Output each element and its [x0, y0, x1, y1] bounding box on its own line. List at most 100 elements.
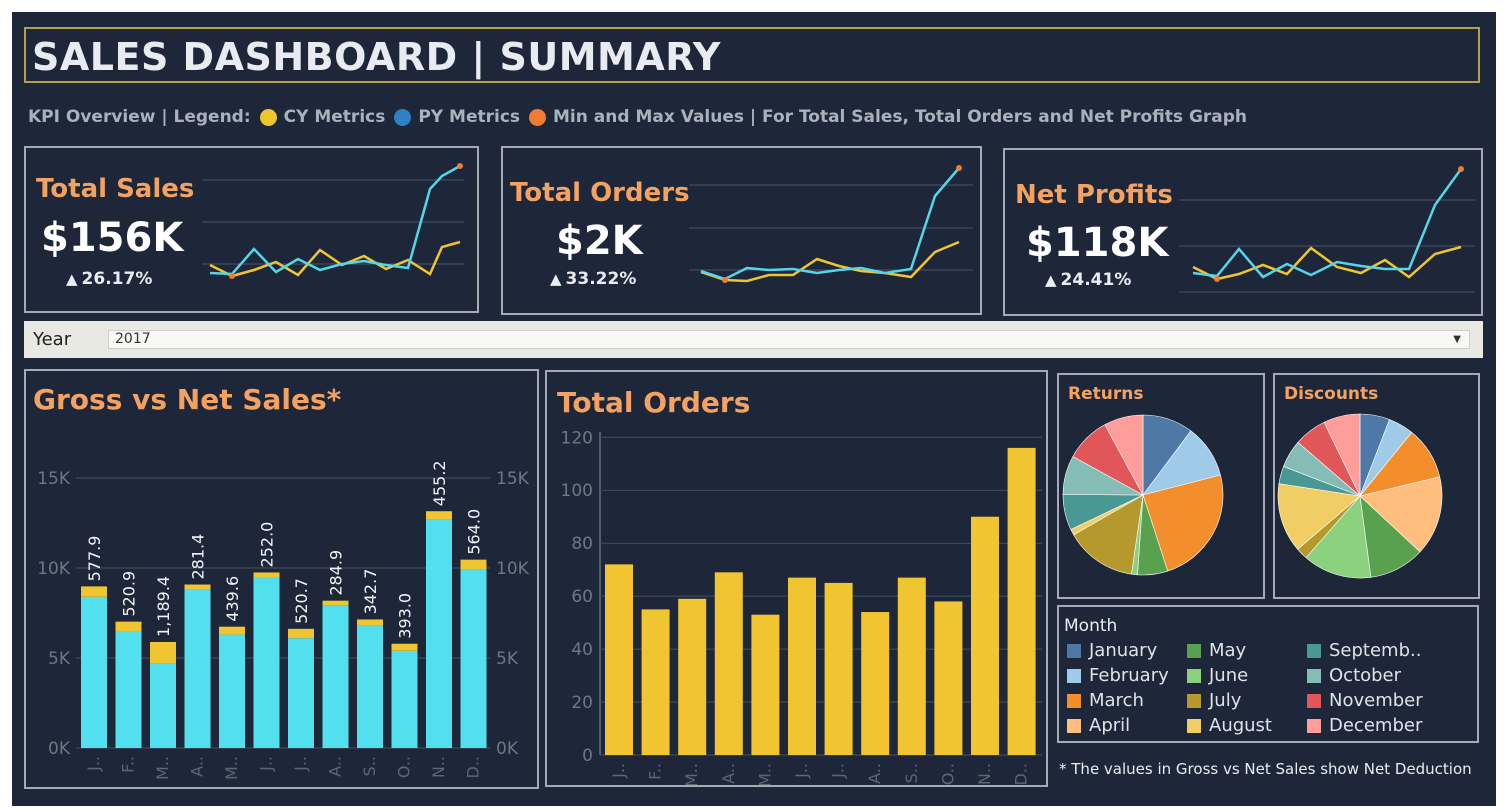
- bar-deduction: [288, 628, 314, 639]
- max-point: [956, 165, 962, 171]
- y-tick-label-right: 0K: [496, 739, 519, 759]
- legend-label: November: [1329, 690, 1423, 711]
- y-tick-label: 120: [561, 428, 593, 448]
- legend-label: March: [1089, 690, 1144, 711]
- swatch-icon: [1187, 668, 1201, 683]
- y-tick-label: 100: [561, 481, 593, 501]
- swatch-icon: [1187, 643, 1201, 658]
- total-orders-sparkline: [689, 165, 973, 283]
- up-triangle-icon: ▲: [1045, 271, 1057, 289]
- legend-title: Month: [1064, 616, 1118, 636]
- kpi-change-value: 33.22%: [565, 269, 637, 289]
- bar-net: [150, 663, 176, 748]
- swatch-icon: [1307, 718, 1321, 733]
- y-tick-label: 0: [582, 746, 593, 766]
- bar-net: [115, 631, 142, 748]
- bar-net: [219, 634, 245, 748]
- y-tick-label-left: 0K: [48, 739, 71, 759]
- total-orders-chart: 0 20 40 60 80 100 120 J.. F.. M.. A.. M.. J.. J.. A.. S…: [561, 428, 1042, 785]
- x-tick-label: J..: [291, 756, 310, 772]
- bar: [897, 577, 926, 755]
- legend-item-february[interactable]: February: [1067, 665, 1169, 686]
- bar: [641, 609, 670, 755]
- bar-deduction: [115, 621, 142, 631]
- x-tick-label: J..: [257, 756, 276, 772]
- series-line-cy: [1192, 245, 1462, 281]
- legend-item-december[interactable]: December: [1307, 715, 1422, 736]
- year-filter-value: 2017: [115, 331, 151, 347]
- swatch-icon: [1187, 693, 1201, 708]
- total-orders-panel: Total Orders 0 20 40 60 80 100 120 J.. F.. M.. A..…: [545, 370, 1048, 787]
- bar-net: [81, 596, 107, 748]
- data-label: 520.9: [120, 571, 139, 617]
- discounts-pie-chart: [1277, 413, 1443, 579]
- y-tick-label-left: 10K: [37, 559, 71, 579]
- swatch-icon: [1307, 693, 1321, 708]
- legend-item-october[interactable]: October: [1307, 665, 1401, 686]
- gross-vs-net-chart: 0K 0K 5K 5K 10K 10K 15K 15K 577.9 J.. 520.9 F.. 1,18…: [37, 460, 530, 780]
- legend-item-june[interactable]: June: [1187, 665, 1248, 686]
- data-label: 281.4: [189, 534, 208, 580]
- legend-label: April: [1089, 715, 1131, 736]
- swatch-icon: [1307, 668, 1321, 683]
- x-tick-label: M..: [755, 763, 774, 785]
- discounts-panel: Discounts: [1273, 373, 1480, 599]
- y-tick-label-right: 5K: [496, 649, 519, 669]
- x-tick-label: F..: [119, 756, 138, 773]
- bar-net: [426, 519, 452, 748]
- swatch-icon: [1187, 718, 1201, 733]
- year-filter-select[interactable]: 2017 ▼: [108, 330, 1470, 349]
- y-tick-label-left: 15K: [37, 469, 71, 489]
- legend-label: October: [1329, 665, 1402, 686]
- legend-item-august[interactable]: August: [1187, 715, 1272, 736]
- bar: [605, 564, 633, 755]
- x-tick-label: J..: [84, 756, 103, 772]
- kpi-value: $2K: [556, 218, 643, 264]
- y-tick-label-left: 5K: [48, 649, 71, 669]
- legend-label: December: [1329, 715, 1423, 736]
- x-tick-label: F..: [646, 763, 665, 780]
- y-tick-label: 20: [571, 693, 593, 713]
- data-label: 252.0: [258, 522, 277, 568]
- x-tick-label: A..: [326, 756, 345, 777]
- legend-label: May: [1209, 640, 1247, 661]
- legend-item-november[interactable]: November: [1307, 690, 1423, 711]
- minmax-dot-icon: [529, 108, 547, 126]
- legend-item-march[interactable]: March: [1067, 690, 1144, 711]
- kpi-value: $118K: [1026, 220, 1169, 266]
- legend-item-april[interactable]: April: [1067, 715, 1130, 736]
- bar: [678, 598, 707, 755]
- x-tick-label: O..: [395, 756, 414, 778]
- y-tick-label: 60: [571, 587, 593, 607]
- legend-item-may[interactable]: May: [1187, 640, 1246, 661]
- legend-item-july[interactable]: July: [1187, 690, 1241, 711]
- bar-deduction: [253, 572, 280, 577]
- data-label: 1,189.4: [154, 576, 173, 637]
- y-tick-label: 80: [571, 534, 593, 554]
- swatch-icon: [1067, 693, 1081, 708]
- month-legend: Month January February March April May J…: [1057, 605, 1479, 743]
- bar-deduction: [426, 511, 452, 520]
- kpi-legend: KPI Overview | Legend: CY Metrics PY Met…: [28, 105, 1247, 129]
- data-label: 284.9: [327, 550, 346, 596]
- legend-prefix: KPI Overview | Legend:: [28, 107, 251, 127]
- swatch-icon: [1067, 668, 1081, 683]
- legend-item-january[interactable]: January: [1067, 640, 1157, 661]
- x-tick-label: M..: [682, 763, 701, 785]
- kpi-title: Net Profits: [1015, 180, 1173, 210]
- returns-pie-chart: [1062, 414, 1224, 576]
- bar: [971, 516, 999, 755]
- x-tick-label: D..: [464, 756, 483, 779]
- bar-deduction: [184, 584, 211, 590]
- swatch-icon: [1307, 643, 1321, 658]
- y-tick-label-right: 10K: [496, 559, 530, 579]
- gross-vs-net-panel: Gross vs Net Sales* 0K 0K 5K 5K 10K 10K 15K 15K…: [24, 369, 539, 789]
- chevron-down-icon[interactable]: ▼: [1453, 331, 1461, 348]
- bar: [934, 601, 963, 755]
- kpi-title: Total Sales: [36, 174, 195, 204]
- bar-net: [391, 650, 418, 748]
- year-filter-bar: Year 2017 ▼: [24, 321, 1483, 358]
- series-line-cy: [700, 240, 960, 283]
- x-tick-label: O..: [938, 763, 957, 785]
- legend-item-september[interactable]: Septemb..: [1307, 640, 1421, 661]
